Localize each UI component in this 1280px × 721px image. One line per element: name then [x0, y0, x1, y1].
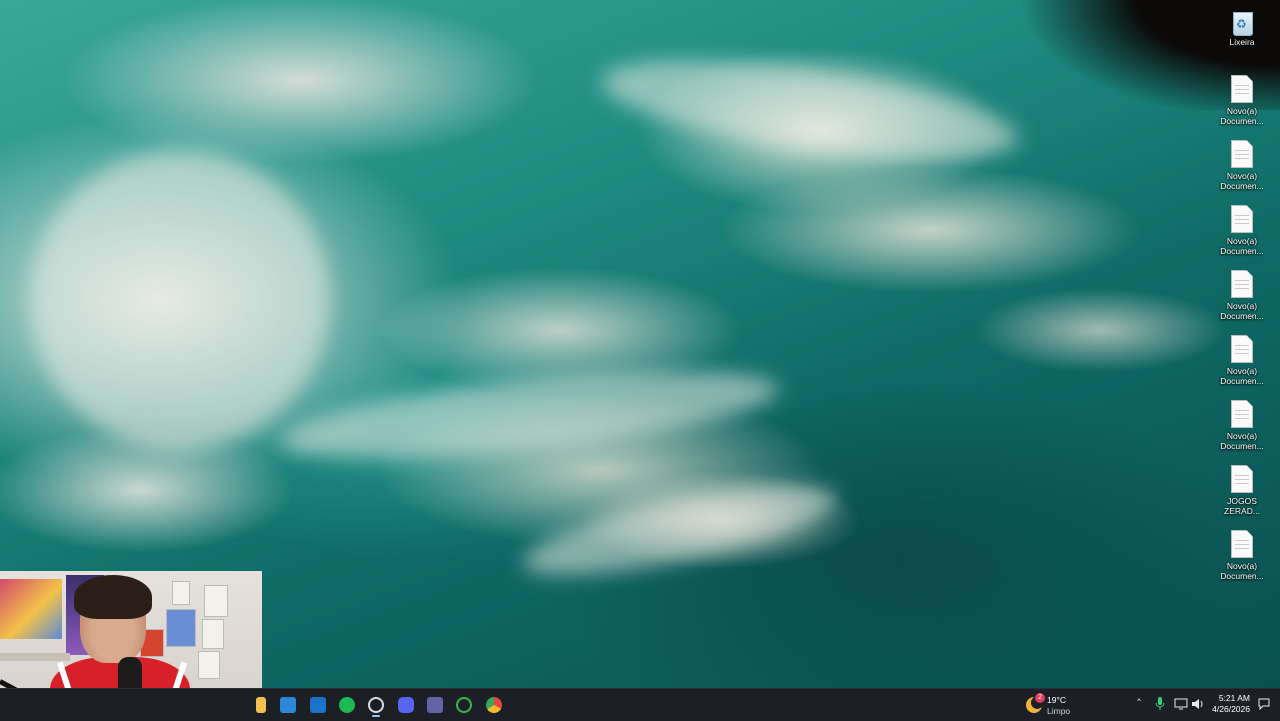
taskbar-microsoft-store[interactable] [275, 693, 301, 717]
text-document-icon [1231, 270, 1253, 298]
xbox-icon [456, 697, 472, 713]
desktop-icon-document[interactable]: Novo(a) Documen... [1210, 526, 1274, 588]
desktop-icon-document[interactable]: Novo(a) Documen... [1210, 266, 1274, 328]
text-document-icon [1231, 140, 1253, 168]
desktop-icon-label: Novo(a) Documen... [1220, 106, 1264, 126]
text-document-icon [1231, 400, 1253, 428]
chrome-icon [486, 697, 502, 713]
text-document-icon [1231, 465, 1253, 493]
text-document-icon [1231, 75, 1253, 103]
show-hidden-icons-chevron-icon[interactable]: ˄ [1131, 695, 1147, 713]
teams-icon [427, 697, 443, 713]
notification-center-icon[interactable] [1256, 695, 1272, 713]
weather-widget[interactable]: 2 19°C Limpo [1024, 692, 1114, 718]
desktop-icon-label: Novo(a) Documen... [1220, 171, 1264, 191]
discord-icon [398, 697, 414, 713]
wall-picture-frame [172, 581, 190, 605]
taskbar-xbox[interactable] [451, 693, 477, 717]
clock-time: 5:21 AM [1218, 693, 1250, 703]
network-icon[interactable] [1173, 695, 1189, 713]
wallpaper-sand-swash [517, 467, 843, 593]
desktop-icon-recycle-bin[interactable]: Lixeira [1210, 4, 1274, 66]
desktop-icon-document[interactable]: Novo(a) Documen... [1210, 71, 1274, 133]
wall-shelf [0, 653, 70, 661]
weather-temperature: 19°C [1047, 695, 1066, 705]
clock-date: 4/26/2026 [1212, 704, 1250, 714]
taskbar-obs-studio[interactable] [363, 693, 389, 717]
taskbar-spotify[interactable] [334, 693, 360, 717]
taskbar: 2 19°C Limpo ˄ 5:21 AM 4/26/2026 [0, 688, 1280, 721]
desktop-icon-label: Novo(a) Documen... [1220, 431, 1264, 451]
desktop-icon-document[interactable]: Novo(a) Documen... [1210, 331, 1274, 393]
store-icon [280, 697, 296, 713]
desktop-icon-label: Novo(a) Documen... [1220, 366, 1264, 386]
obs-icon [368, 697, 384, 713]
weather-condition: Limpo [1047, 706, 1071, 716]
weather-alert-badge: 2 [1035, 693, 1045, 703]
wall-picture-frame [204, 585, 228, 617]
wall-poster [0, 579, 62, 639]
microphone-icon[interactable] [1152, 695, 1168, 713]
outlook-icon [310, 697, 326, 713]
wallpaper-sand-swash [30, 150, 330, 450]
desktop-icon-column: Lixeira Novo(a) Documen... Novo(a) Docum… [1210, 4, 1274, 591]
notification-icon-svg [1258, 698, 1270, 711]
taskbar-chrome[interactable] [481, 693, 507, 717]
spotify-icon [339, 697, 355, 713]
text-document-icon [1231, 530, 1253, 558]
volume-icon-svg [1192, 699, 1203, 709]
microphone-icon-svg [1155, 697, 1165, 710]
person-hair [74, 575, 152, 619]
wallpaper-sand-swash [277, 354, 783, 476]
network-icon-svg [1174, 698, 1188, 710]
wall-picture-frame [198, 651, 220, 679]
system-clock[interactable]: 5:21 AM 4/26/2026 [1206, 693, 1250, 715]
text-document-icon [1231, 335, 1253, 363]
wall-picture-frame [166, 609, 196, 647]
desktop-icon-document[interactable]: Novo(a) Documen... [1210, 201, 1274, 263]
desktop-icon-label: Novo(a) Documen... [1220, 236, 1264, 256]
desktop-icon-document[interactable]: Novo(a) Documen... [1210, 396, 1274, 458]
desktop-icon-document[interactable]: Novo(a) Documen... [1210, 136, 1274, 198]
wall-picture-frame [202, 619, 224, 649]
taskbar-discord[interactable] [393, 693, 419, 717]
taskbar-outlook[interactable] [305, 693, 331, 717]
text-document-icon [1231, 205, 1253, 233]
desktop-icon-label: JOGOS ZERAD... [1224, 496, 1260, 516]
desktop-icon-label: Novo(a) Documen... [1220, 301, 1264, 321]
desktop-icon-jogos-zerados[interactable]: JOGOS ZERAD... [1210, 461, 1274, 523]
volume-icon[interactable] [1190, 695, 1206, 713]
recycle-bin-icon [1231, 8, 1253, 36]
folder-icon [256, 697, 266, 713]
desktop-icon-label: Novo(a) Documen... [1220, 561, 1264, 581]
taskbar-teams[interactable] [422, 693, 448, 717]
desktop-icon-label: Lixeira [1229, 37, 1255, 47]
